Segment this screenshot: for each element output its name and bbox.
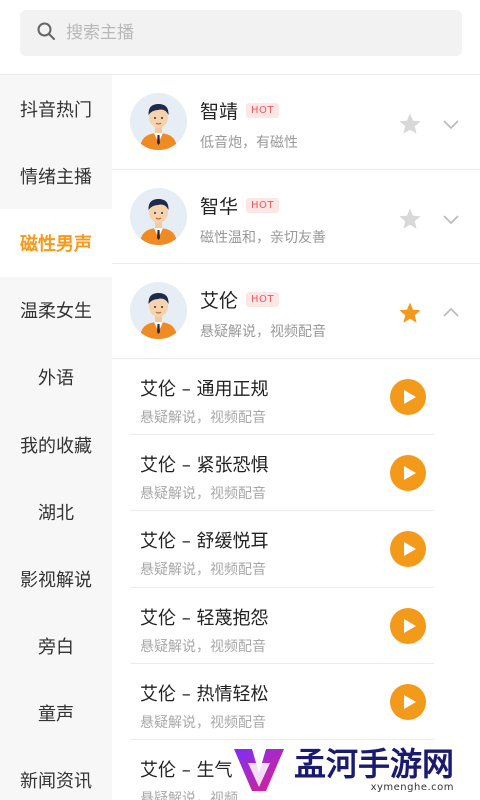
- anchor-row[interactable]: 艾伦 HOT 悬疑解说，视频配音: [112, 264, 480, 359]
- sample-desc: 悬疑解说，视频配音: [140, 409, 266, 426]
- voice-sample-item[interactable]: 艾伦 – 轻蔑抱怨 悬疑解说，视频配音: [130, 588, 434, 665]
- search-bar: [0, 0, 480, 75]
- play-button[interactable]: [390, 378, 426, 415]
- star-icon[interactable]: [398, 207, 422, 231]
- sample-desc: 悬疑解说，视频: [140, 791, 238, 800]
- hot-badge: HOT: [246, 103, 280, 118]
- sample-title: 艾伦 – 轻蔑抱怨: [140, 607, 269, 629]
- sample-desc: 悬疑解说，视频配音: [140, 638, 266, 655]
- chevron-down-icon[interactable]: [442, 210, 460, 228]
- search-box[interactable]: [20, 10, 462, 56]
- star-icon[interactable]: [398, 112, 422, 136]
- voice-sample-item[interactable]: 艾伦 – 热情轻松 悬疑解说，视频配音: [130, 664, 434, 741]
- anchor-info: 智华 HOT 磁性温和，亲切友善: [200, 192, 326, 247]
- category-sidebar: 抖音热门 情绪主播 磁性男声 温柔女生 外语 我的收藏 湖北 影视解说 旁白 童…: [0, 75, 112, 800]
- play-button[interactable]: [390, 684, 426, 721]
- sample-title: 艾伦 – 通用正规: [140, 378, 269, 400]
- play-button[interactable]: [390, 607, 426, 644]
- sample-desc: 悬疑解说，视频配音: [140, 715, 266, 732]
- sample-desc: 悬疑解说，视频配音: [140, 562, 266, 579]
- anchor-row[interactable]: 智华 HOT 磁性温和，亲切友善: [112, 170, 480, 264]
- sample-title: 艾伦 – 生气: [140, 760, 233, 782]
- sample-title: 艾伦 – 紧张恐惧: [140, 454, 269, 476]
- sidebar-item-news[interactable]: 新闻资讯: [0, 747, 112, 800]
- play-icon: [403, 465, 416, 480]
- anchor-desc: 磁性温和，亲切友善: [200, 229, 326, 246]
- watermark-name: 孟河手游网: [294, 744, 455, 783]
- sample-title: 艾伦 – 热情轻松: [140, 684, 269, 706]
- sidebar-item-film-commentary[interactable]: 影视解说: [0, 545, 112, 612]
- play-button[interactable]: [390, 454, 426, 491]
- anchor-desc: 低音炮，有磁性: [200, 135, 298, 151]
- anchor-name: 艾伦: [200, 290, 239, 312]
- anchor-row[interactable]: 智靖 HOT 低音炮，有磁性: [112, 75, 480, 170]
- voice-sample-list: 艾伦 – 通用正规 悬疑解说，视频配音 艾伦 – 紧张恐惧 悬疑解说，视频配音 …: [112, 359, 480, 800]
- play-button[interactable]: [390, 531, 426, 568]
- search-input[interactable]: [66, 23, 446, 43]
- chevron-up-icon[interactable]: [442, 304, 460, 322]
- voice-sample-item[interactable]: 艾伦 – 紧张恐惧 悬疑解说，视频配音: [130, 435, 434, 512]
- anchor-info: 艾伦 HOT 悬疑解说，视频配音: [200, 286, 326, 341]
- sidebar-item-emotion[interactable]: 情绪主播: [0, 142, 112, 209]
- sidebar-item-foreign[interactable]: 外语: [0, 344, 112, 411]
- star-filled-icon[interactable]: [398, 301, 422, 325]
- anchor-name: 智靖: [200, 101, 239, 123]
- anchor-desc: 悬疑解说，视频配音: [200, 324, 326, 340]
- hot-badge: HOT: [246, 292, 280, 307]
- play-icon: [403, 389, 416, 404]
- play-icon: [403, 695, 416, 710]
- play-icon: [403, 542, 416, 557]
- sidebar-item-favorites[interactable]: 我的收藏: [0, 411, 112, 478]
- sidebar-item-gentle-female[interactable]: 温柔女生: [0, 277, 112, 344]
- avatar: [130, 187, 187, 245]
- anchor-info: 智靖 HOT 低音炮，有磁性: [200, 97, 298, 152]
- anchor-list: 智靖 HOT 低音炮，有磁性 智华 HOT 磁性温和，亲切友善 艾伦 HOT 悬…: [112, 75, 480, 800]
- sidebar-item-magnetic-male[interactable]: 磁性男声: [0, 209, 112, 277]
- watermark-url: xymenghe.com: [370, 781, 455, 793]
- avatar: [130, 282, 187, 340]
- voice-sample-item[interactable]: 艾伦 – 舒缓悦耳 悬疑解说，视频配音: [130, 511, 434, 588]
- play-icon: [403, 618, 416, 633]
- hot-badge: HOT: [246, 197, 280, 213]
- anchor-name: 智华: [200, 195, 239, 218]
- sample-desc: 悬疑解说，视频配音: [140, 485, 266, 502]
- sample-title: 艾伦 – 舒缓悦耳: [140, 531, 269, 553]
- sidebar-item-hubei[interactable]: 湖北: [0, 478, 112, 545]
- sidebar-item-child-voice[interactable]: 童声: [0, 680, 112, 747]
- watermark: 孟河手游网 xymenghe.com: [230, 738, 480, 800]
- avatar: [130, 93, 187, 151]
- sidebar-item-douyin-hot[interactable]: 抖音热门: [0, 75, 112, 142]
- chevron-down-icon[interactable]: [442, 115, 460, 133]
- watermark-logo-icon: [234, 749, 284, 791]
- voice-sample-item[interactable]: 艾伦 – 通用正规 悬疑解说，视频配音: [130, 359, 434, 435]
- search-icon: [36, 21, 56, 45]
- sidebar-item-narration[interactable]: 旁白: [0, 613, 112, 680]
